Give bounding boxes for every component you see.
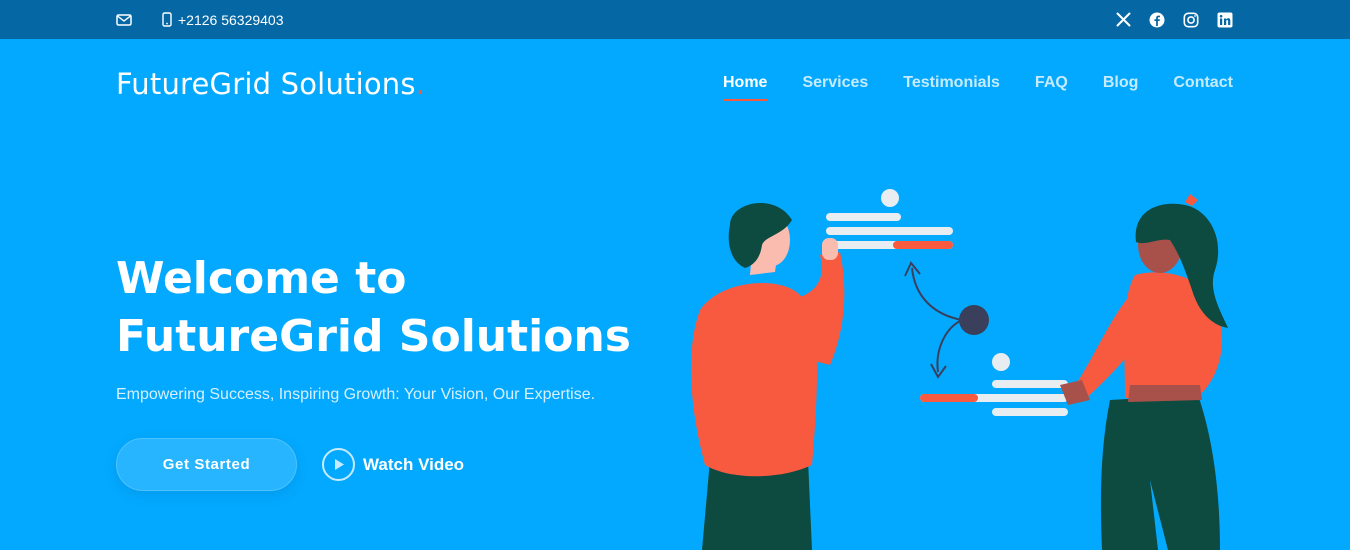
get-started-button[interactable]: Get Started <box>116 438 297 491</box>
mobile-phone-icon <box>162 12 172 27</box>
nav-home[interactable]: Home <box>723 74 768 101</box>
nav-testimonials[interactable]: Testimonials <box>903 74 1000 92</box>
main-nav: Home Services Testimonials FAQ Blog Cont… <box>723 74 1233 101</box>
facebook-icon[interactable] <box>1148 11 1166 29</box>
contact-info: +2126 56329403 <box>116 0 284 39</box>
top-bar: +2126 56329403 <box>0 0 1350 39</box>
hero-illustration <box>690 189 1228 550</box>
watch-video-label: Watch Video <box>363 454 465 474</box>
envelope-icon[interactable] <box>116 13 132 26</box>
progress-card-bottom <box>920 353 1068 416</box>
hero-subtitle: Empowering Success, Inspiring Growth: Yo… <box>116 386 596 403</box>
site-header: FutureGrid Solutions. Home Services Test… <box>0 39 1350 129</box>
hero-title-line-1: Welcome to <box>116 253 407 304</box>
logo-accent-dot: . <box>415 67 426 101</box>
social-links <box>1114 0 1234 39</box>
instagram-icon[interactable] <box>1182 11 1200 29</box>
site-logo[interactable]: FutureGrid Solutions. <box>116 67 425 101</box>
nav-contact[interactable]: Contact <box>1173 74 1233 92</box>
x-twitter-icon[interactable] <box>1114 11 1132 29</box>
woman-figure <box>1060 194 1228 550</box>
linkedin-icon[interactable] <box>1216 11 1234 29</box>
logo-text: FutureGrid Solutions <box>116 67 416 101</box>
watch-video-button[interactable]: Watch Video <box>322 448 464 481</box>
nav-faq[interactable]: FAQ <box>1035 74 1068 92</box>
man-figure <box>690 202 845 550</box>
exchange-arrows <box>904 261 989 379</box>
hero-title: Welcome to FutureGrid Solutions <box>116 250 676 366</box>
hero-title-line-2: FutureGrid Solutions <box>116 311 631 362</box>
play-circle-icon[interactable] <box>322 448 355 481</box>
phone-number[interactable]: +2126 56329403 <box>178 12 284 28</box>
progress-card-top <box>826 189 953 249</box>
nav-blog[interactable]: Blog <box>1103 74 1139 92</box>
nav-services[interactable]: Services <box>802 74 868 92</box>
